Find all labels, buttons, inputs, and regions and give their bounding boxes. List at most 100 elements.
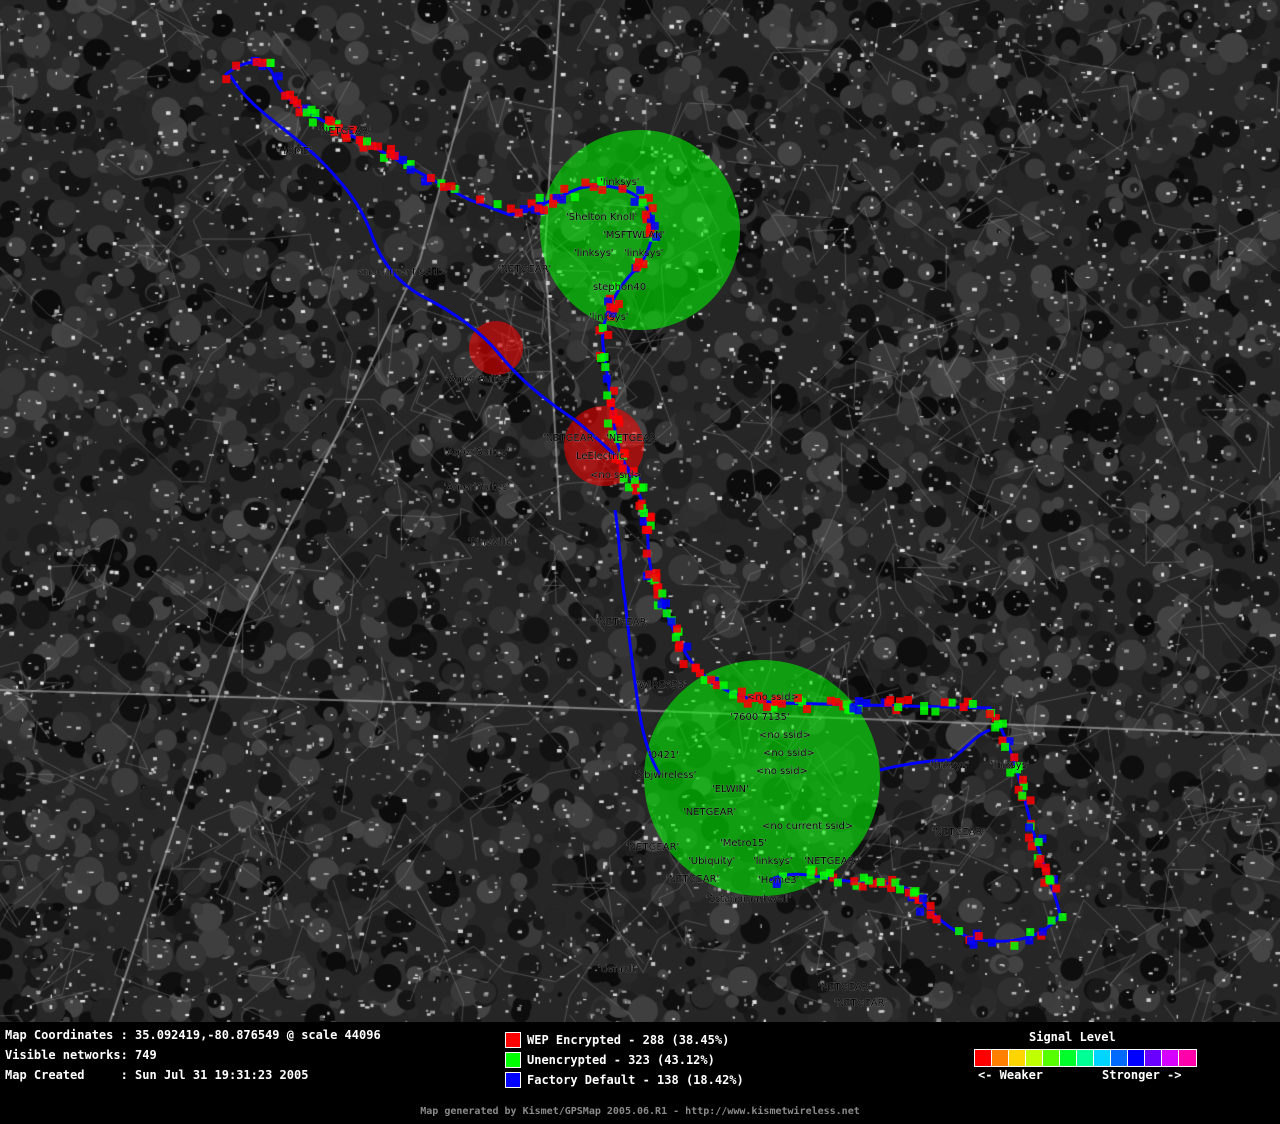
ssid-label: 'NETGEAR': [666, 874, 719, 885]
ssid-label: 'Home3': [758, 875, 799, 886]
unencrypted-label: Unencrypted - 323 (43.12%): [527, 1053, 715, 1067]
unencrypted-network-marker: [600, 352, 609, 361]
wep-network-marker: [737, 687, 746, 696]
network-overlay: 'linksys' 'Shelton Knoll' 'MSFTWLAN' 'li…: [222, 56, 1067, 1009]
factory-default-swatch: [505, 1072, 521, 1088]
unencrypted-network-marker: [603, 419, 612, 428]
ssid-label: 'NETGEAR': [626, 842, 679, 853]
unencrypted-network-marker: [998, 719, 1007, 728]
unencrypted-network-marker: [825, 869, 834, 878]
visible-networks: Visible networks: 749: [5, 1048, 157, 1062]
wep-network-marker: [426, 174, 435, 183]
factory-default-network-marker: [630, 197, 639, 206]
unencrypted-network-marker: [307, 105, 316, 114]
wep-network-marker: [560, 184, 569, 193]
wep-network-marker: [604, 330, 613, 339]
wep-network-marker: [1041, 863, 1050, 872]
ssid-label: 'NETGEAR': [543, 433, 596, 444]
ssid-label: 'linksys': [990, 760, 1030, 771]
legend-unencrypted: Unencrypted - 323 (43.12%): [505, 1051, 715, 1069]
factory-default-network-marker: [667, 617, 676, 626]
ssid-label: 'linksys': [589, 312, 629, 323]
wep-network-marker: [974, 932, 983, 941]
wep-network-marker: [642, 549, 651, 558]
factory-default-network-marker: [854, 697, 863, 706]
wep-network-marker: [606, 303, 615, 312]
signal-level-cell: [1043, 1050, 1060, 1066]
unencrypted-network-marker: [859, 873, 868, 882]
signal-level-cell: [1094, 1050, 1111, 1066]
map-coordinates: Map Coordinates : 35.092419,-80.876549 @…: [5, 1028, 381, 1042]
signal-level-cell: [1060, 1050, 1077, 1066]
wep-network-marker: [355, 136, 364, 145]
ssid-label: 'AmeriSuites': [444, 482, 510, 493]
signal-level-title: Signal Level: [1029, 1030, 1116, 1044]
unencrypted-network-marker: [968, 699, 977, 708]
ssid-label: 'NETGEAR': [683, 807, 736, 818]
wep-network-marker: [985, 710, 994, 719]
wep-network-marker: [850, 877, 859, 886]
wep-network-marker: [293, 99, 302, 108]
ssid-label: 'NETGEAR': [498, 264, 551, 275]
factory-default-network-marker: [683, 642, 692, 651]
signal-stronger-label: Stronger ->: [1102, 1068, 1182, 1082]
signal-level-scale: [974, 1049, 1197, 1067]
wep-network-marker: [634, 258, 643, 267]
wep-network-marker: [635, 501, 644, 510]
ssid-label: 'NETGEAR': [318, 126, 371, 137]
wep-network-marker: [803, 704, 812, 713]
ssid-label: <no ssid>: [763, 748, 815, 759]
unencrypted-network-marker: [719, 681, 728, 690]
wep-network-marker: [232, 61, 241, 70]
unencrypted-network-marker: [909, 888, 918, 897]
signal-level-cell: [1179, 1050, 1196, 1066]
ssid-label: 'Metro15': [720, 838, 767, 849]
ssid-label: 'ELWIN': [712, 784, 749, 795]
ssid-label: 'linksys': [574, 248, 614, 259]
ssid-label: 'NETGEAR': [606, 433, 659, 444]
ssid-label: 'AmeriSuites': [444, 447, 510, 458]
wep-label: WEP Encrypted - 288 (38.45%): [527, 1033, 730, 1047]
unencrypted-network-marker: [662, 609, 671, 618]
ssid-label: 'linksys': [930, 760, 970, 771]
ssid-label: <no ssid>: [747, 692, 799, 703]
wep-network-marker: [674, 643, 683, 652]
unencrypted-network-marker: [729, 690, 738, 699]
wep-network-marker: [613, 415, 622, 424]
unencrypted-swatch: [505, 1052, 521, 1068]
satellite-map: 'linksys' 'Shelton Knoll' 'MSFTWLAN' 'li…: [0, 0, 1280, 1022]
ssid-label: '0421': [648, 750, 679, 761]
wep-network-marker: [614, 300, 623, 309]
unencrypted-network-marker: [1045, 875, 1054, 884]
wep-network-marker: [679, 660, 688, 669]
wep-network-marker: [540, 206, 549, 215]
signal-level-cell: [1145, 1050, 1162, 1066]
wep-network-marker: [648, 204, 657, 213]
ssid-label: 'NETGEAR': [818, 982, 871, 993]
ssid-label: 'NETGEAR': [834, 998, 887, 1009]
unencrypted-network-marker: [571, 193, 580, 202]
wep-swatch: [505, 1032, 521, 1048]
signal-level-cell: [992, 1050, 1009, 1066]
unencrypted-network-marker: [896, 885, 905, 894]
wep-network-marker: [884, 698, 893, 707]
unencrypted-network-marker: [947, 698, 956, 707]
ssid-label: 'bbjwireless': [635, 770, 696, 781]
wep-network-marker: [645, 570, 654, 579]
wep-network-marker: [940, 698, 949, 707]
unencrypted-network-marker: [920, 706, 929, 715]
unencrypted-network-marker: [535, 193, 544, 202]
unencrypted-network-marker: [638, 198, 647, 207]
unencrypted-network-marker: [601, 363, 610, 372]
wep-network-marker: [222, 75, 231, 84]
unencrypted-network-marker: [1001, 742, 1010, 751]
wep-network-marker: [712, 681, 721, 690]
ssid-label: 'linksys': [753, 856, 793, 867]
factory-default-network-marker: [274, 72, 283, 81]
ssid-label: 'default': [598, 964, 639, 975]
generator-footer: Map generated by Kismet/GPSMap 2005.06.R…: [420, 1106, 860, 1117]
unencrypted-network-marker: [1034, 838, 1043, 847]
signal-level-cell: [1077, 1050, 1094, 1066]
wep-network-marker: [1024, 833, 1033, 842]
unencrypted-network-marker: [891, 878, 900, 887]
